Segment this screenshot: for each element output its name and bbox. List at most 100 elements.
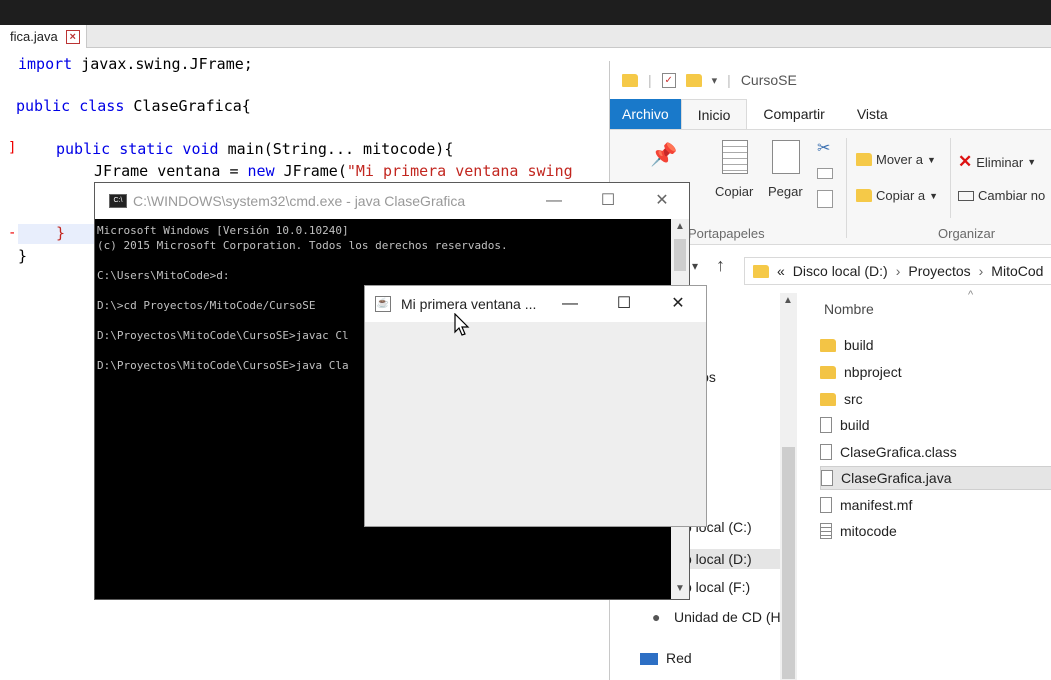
address-bar[interactable]: « Disco local (D:) › Proyectos › MitoCod [744,257,1051,285]
nav-item-red[interactable]: Red [666,650,692,666]
code-keyword: import [18,55,73,73]
copy-to-button[interactable]: Copiar a ▼ [856,188,938,203]
code-line-class[interactable]: public class ClaseGrafica{ [16,97,251,115]
error-marker-icon: ] [8,140,17,156]
editor-tab[interactable]: fica.java × [0,25,87,48]
code-line-jframe[interactable]: JFrame ventana = new JFrame("Mi primera … [94,162,573,180]
cmd-titlebar[interactable]: C:\ C:\WINDOWS\system32\cmd.exe - java C… [95,183,689,219]
folder-icon[interactable] [622,73,638,87]
file-icon [820,444,832,460]
delete-label: Eliminar [976,154,1024,170]
java-icon: ☕ [375,296,391,312]
folder-icon [820,365,836,379]
close-button[interactable]: ✕ [651,286,705,322]
folder-icon [753,264,769,278]
list-item-selected[interactable]: ClaseGrafica.java [820,466,1051,490]
file-name: build [844,337,874,353]
cmd-line: C:\Users\MitoCode>d: [97,269,230,282]
minimize-button[interactable]: — [543,286,597,322]
tab-compartir[interactable]: Compartir [747,99,840,129]
maximize-button[interactable]: ☐ [585,183,631,219]
jframe-titlebar[interactable]: ☕ Mi primera ventana ... — ☐ ✕ [365,286,706,322]
ribbon-tabs: Archivo Inicio Compartir Vista [610,99,1051,129]
chevron-right-icon: › [895,263,901,279]
cut-icon[interactable]: ✂ [817,138,830,158]
quick-access-toolbar: | ✓ ▾ | CursoSE [610,61,1051,99]
copy-to-label: Copiar a [876,188,926,203]
maximize-button[interactable]: ☐ [597,286,651,322]
breadcrumb-proyectos[interactable]: Proyectos [908,263,970,279]
scrollbar-thumb[interactable] [782,447,795,679]
editor-tabbar: fica.java × [0,25,1051,48]
navigation-scrollbar[interactable]: ▲ [780,293,797,680]
cmd-line: (c) 2015 Microsoft Corporation. Todos lo… [97,239,508,252]
code-line-import[interactable]: import javax.swing.JFrame; [18,55,253,73]
list-item[interactable]: build [820,333,1051,357]
copy-icon[interactable] [722,140,748,174]
paste-icon[interactable] [772,140,800,174]
customize-toolbar-icon[interactable]: ▾ [712,74,718,87]
nav-item-cd-drive[interactable]: Unidad de CD (H [674,609,781,625]
cmd-line [97,253,671,268]
list-item[interactable]: nbproject [820,360,1051,384]
pin-icon[interactable]: 📌 [650,142,677,168]
code-text: JFrame( [274,162,347,180]
list-item[interactable]: mitocode [820,519,1051,543]
scrollbar-thumb[interactable] [674,239,686,271]
minimize-button[interactable]: — [531,183,577,219]
cmd-icon: C:\ [109,194,127,208]
breadcrumb-mitocode[interactable]: MitoCod [991,263,1043,279]
file-list: ^ Nombre build nbproject src build Clase… [810,289,1051,680]
recent-locations-icon[interactable]: ▾ [692,259,698,273]
properties-icon[interactable]: ✓ [661,72,676,88]
java-swing-window: ☕ Mi primera ventana ... — ☐ ✕ [364,285,707,527]
code-text: ClaseGrafica{ [124,97,251,115]
tab-archivo[interactable]: Archivo [610,99,681,129]
rename-icon [958,190,974,201]
sort-ascending-icon: ^ [968,289,974,301]
tab-inicio[interactable]: Inicio [680,99,748,129]
tab-vista[interactable]: Vista [841,99,904,129]
copy-button[interactable]: Copiar [715,184,753,199]
up-arrow-icon[interactable]: ↑ [716,255,725,276]
move-to-button[interactable]: Mover a ▼ [856,152,936,167]
editor-tab-label: fica.java [10,29,58,44]
file-name: src [844,391,863,407]
new-folder-icon[interactable] [685,73,702,87]
file-icon [820,497,832,513]
file-name: ClaseGrafica.java [841,470,952,486]
close-button[interactable]: ✕ [639,183,685,219]
rename-button[interactable]: Cambiar no [958,188,1045,203]
jframe-title: Mi primera ventana ... [401,296,537,312]
move-to-label: Mover a [876,152,923,167]
cmd-title: C:\WINDOWS\system32\cmd.exe - java Clase… [133,193,466,209]
file-icon [820,417,832,433]
chevron-right-icon: › [978,263,984,279]
code-line-close-inner[interactable]: } [56,224,65,242]
list-item[interactable]: src [820,387,1051,411]
close-icon[interactable]: × [65,29,80,44]
delete-button[interactable]: ✕ Eliminar ▼ [958,152,1036,172]
code-line-main[interactable]: public static void main(String... mitoco… [56,140,453,158]
breadcrumb-disco-d[interactable]: Disco local (D:) [793,263,888,279]
jframe-content[interactable] [365,322,706,526]
clipboard-group-label: Portapapeles [688,226,765,241]
paste-button[interactable]: Pegar [768,184,803,199]
copy-path-icon[interactable] [817,168,833,179]
move-to-icon [856,153,872,166]
list-item[interactable]: build [820,413,1051,437]
cd-drive-icon: ● [652,609,661,625]
scroll-up-icon[interactable]: ▲ [783,295,793,306]
column-header-nombre[interactable]: Nombre [824,301,874,317]
breakpoint-marker-icon: - [8,225,17,241]
paste-shortcut-icon[interactable] [817,190,833,208]
scroll-down-icon[interactable]: ▼ [675,583,685,594]
scroll-up-icon[interactable]: ▲ [675,221,685,232]
toolbar-divider: | [727,72,731,88]
code-line-close-outer[interactable]: } [18,247,27,265]
list-item[interactable]: manifest.mf [820,493,1051,517]
folder-icon [820,338,836,352]
organize-group-label: Organizar [938,226,996,241]
code-text: main(String... mitocode){ [218,140,454,158]
list-item[interactable]: ClaseGrafica.class [820,440,1051,464]
